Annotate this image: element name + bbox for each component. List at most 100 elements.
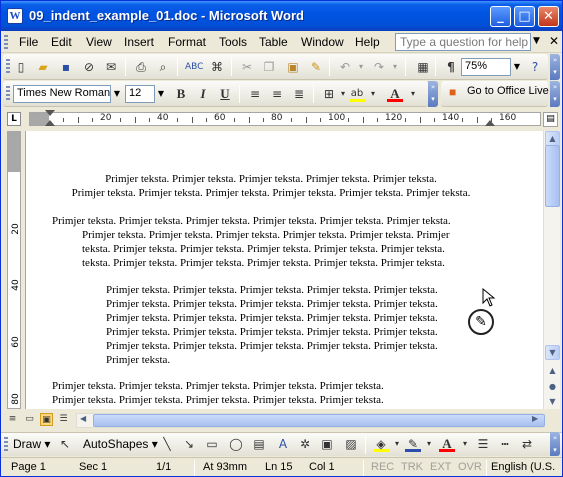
menu-window[interactable]: Window [301,35,344,49]
print-icon[interactable]: ⎙ [133,59,149,75]
vertical-ruler[interactable]: 20 40 60 80 [7,131,21,409]
diagram-icon[interactable]: ✲ [297,436,313,452]
tab-selector[interactable]: L [7,112,21,126]
redo-icon[interactable]: ↷ [371,59,387,75]
font-dropdown-icon[interactable]: ▼ [111,85,123,103]
align-left-icon[interactable]: ≡ [247,86,263,102]
zoom-combo[interactable]: 75% [461,58,511,76]
horizontal-scrollbar[interactable]: ◀ ▶ [76,413,545,428]
oval-icon[interactable]: ◯ [228,436,244,452]
save-icon[interactable]: ▪ [58,59,74,75]
zoom-dropdown-icon[interactable]: ▼ [511,58,523,76]
undo-icon[interactable]: ↶ [337,59,353,75]
line-color-icon[interactable]: ✎ [405,436,421,452]
document-close-icon[interactable]: ✕ [549,34,559,48]
print-preview-icon[interactable]: ⌕ [155,59,171,75]
toolbar-grip[interactable] [6,86,10,102]
redo-dropdown-icon[interactable]: ▾ [387,59,403,75]
ask-dropdown-icon[interactable]: ▼ [533,36,540,46]
picture-icon[interactable]: ▨ [343,436,359,452]
horizontal-ruler[interactable]: 20 40 60 80 100 120 140 160 [29,112,541,126]
spelling-icon[interactable]: ABC [185,59,203,75]
scroll-left-icon[interactable]: ◀ [80,414,86,423]
office-live-options-icon[interactable]: » ▾ [550,81,560,107]
menu-help[interactable]: Help [355,35,380,49]
ask-question-input[interactable]: Type a question for help [395,33,531,51]
menu-grip[interactable] [4,35,8,49]
toolbar-grip[interactable] [4,437,8,453]
status-ovr[interactable]: OVR [458,461,482,473]
fill-color-icon[interactable]: ◈ [373,436,389,452]
italic-button[interactable]: I [195,86,211,102]
scroll-up-icon[interactable]: ▲ [545,131,560,146]
line-style-icon[interactable]: ☰ [475,436,491,452]
menu-tools[interactable]: Tools [219,35,247,49]
maximize-button[interactable]: □ [514,6,535,27]
close-button[interactable]: ✕ [538,6,559,27]
fill-color-dropdown-icon[interactable]: ▾ [389,436,405,452]
paste-icon[interactable]: ▣ [285,59,301,75]
draw-font-color-dropdown-icon[interactable]: ▾ [457,436,473,452]
menu-format[interactable]: Format [168,35,206,49]
dash-style-icon[interactable]: ┅ [497,436,513,452]
help-icon[interactable]: ? [527,59,543,75]
autoshapes-menu[interactable]: AutoShapes ▾ [83,437,158,451]
view-ruler-icon[interactable]: ▤ [543,112,558,127]
previous-page-icon[interactable]: ▲ [545,363,560,378]
scroll-down-icon[interactable]: ▼ [545,345,560,360]
minimize-button[interactable]: _ [490,6,511,27]
arrow-style-icon[interactable]: ⇄ [519,436,535,452]
line-color-dropdown-icon[interactable]: ▾ [421,436,437,452]
email-icon[interactable]: ✉ [103,59,119,75]
research-icon[interactable]: ⌘ [209,59,225,75]
bold-button[interactable]: B [173,86,189,102]
drawing-options-icon[interactable]: » ▾ [550,432,560,456]
outline-view-icon[interactable]: ☰ [57,413,70,426]
right-indent-marker[interactable] [485,120,495,126]
web-layout-view-icon[interactable]: ▭ [23,413,36,426]
status-rec[interactable]: REC [371,461,394,473]
new-document-icon[interactable]: ▯ [13,59,29,75]
font-color-dropdown-icon[interactable]: ▾ [405,86,421,102]
status-ext[interactable]: EXT [430,461,451,473]
cut-icon[interactable]: ✂ [239,59,255,75]
font-combo[interactable]: Times New Roman [13,85,111,103]
text-box-icon[interactable]: ▤ [251,436,267,452]
menu-edit[interactable]: Edit [51,35,72,49]
font-size-dropdown-icon[interactable]: ▼ [155,85,167,103]
normal-view-icon[interactable]: ≡ [6,413,19,426]
print-layout-view-icon[interactable]: ▣ [40,413,53,426]
arrow-icon[interactable]: ↘ [181,436,197,452]
menu-insert[interactable]: Insert [124,35,154,49]
status-trk[interactable]: TRK [401,461,423,473]
select-objects-icon[interactable]: ↖ [57,436,73,452]
wordart-icon[interactable]: A [275,436,291,452]
toolbar-options-icon[interactable]: » ▾ [550,54,560,80]
document-page[interactable]: Primjer teksta. Primjer teksta. Primjer … [25,131,543,409]
highlight-icon[interactable]: ab [349,86,365,102]
go-to-office-live-button[interactable]: ■ Go to Office Live [445,83,553,103]
vertical-scroll-thumb[interactable] [545,145,560,207]
copy-icon[interactable]: ❐ [261,59,277,75]
highlight-dropdown-icon[interactable]: ▾ [365,86,381,102]
draw-menu[interactable]: Draw ▾ [13,437,50,451]
line-icon[interactable]: ╲ [159,436,175,452]
scroll-right-icon[interactable]: ▶ [532,414,538,423]
vertical-scrollbar[interactable]: ▲ ▼ ▲ ● ▼ [543,131,560,409]
menu-table[interactable]: Table [259,35,288,49]
horizontal-scroll-thumb[interactable] [93,414,545,427]
tables-icon[interactable]: ▦ [415,59,431,75]
font-color-icon[interactable]: A [387,86,403,102]
format-painter-icon[interactable]: ✎ [308,59,324,75]
draw-font-color-icon[interactable]: A [439,436,455,452]
permission-icon[interactable]: ⊘ [81,59,97,75]
word-app-icon[interactable]: W [7,8,23,24]
ink-annotation-icon[interactable]: ✎ [468,309,494,335]
first-line-indent-marker[interactable] [45,110,55,116]
menu-file[interactable]: File [19,35,38,49]
toolbar-grip[interactable] [6,59,10,75]
next-page-icon[interactable]: ▼ [545,394,560,409]
select-browse-object-icon[interactable]: ● [545,379,560,394]
menu-view[interactable]: View [86,35,112,49]
show-hide-icon[interactable]: ¶ [443,59,459,75]
